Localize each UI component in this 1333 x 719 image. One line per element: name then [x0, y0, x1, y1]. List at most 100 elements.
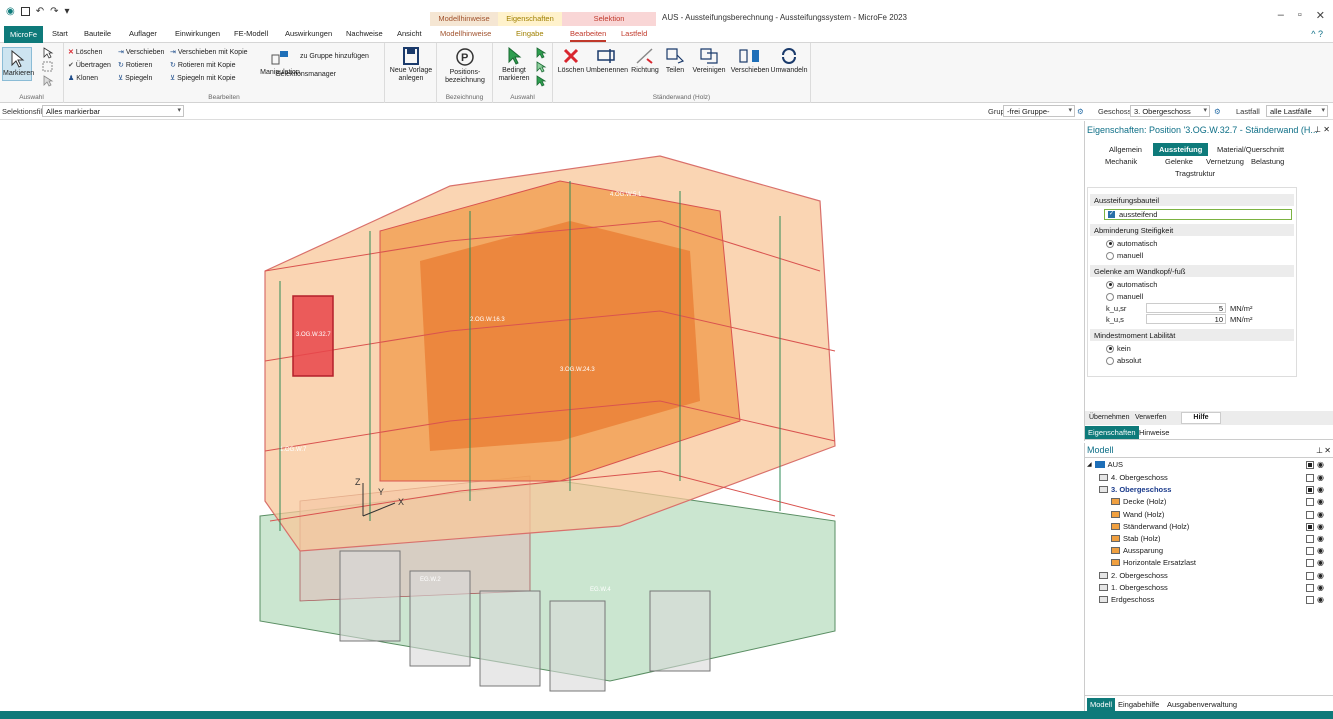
visibility-checkbox[interactable]: [1306, 583, 1314, 592]
selektionsfilter-dropdown[interactable]: Alles markierbar: [42, 105, 184, 117]
cursor-area-icon[interactable]: [42, 75, 54, 87]
tree-item[interactable]: Horizontale Ersatzlast: [1111, 558, 1196, 567]
klonen-button[interactable]: ♟ Klonen: [68, 74, 98, 83]
sw-teilen-button[interactable]: Teilen: [662, 47, 688, 75]
visibility-checkbox[interactable]: [1306, 535, 1314, 543]
geschoss-settings-icon[interactable]: ⚙: [1214, 107, 1221, 116]
eye-icon[interactable]: ◉: [1317, 534, 1324, 543]
panel-close-icon[interactable]: ✕: [1323, 125, 1330, 134]
sw-umbenennen-button[interactable]: Umbenennen: [586, 47, 628, 75]
tab-bearbeiten[interactable]: Bearbeiten: [570, 29, 607, 42]
tab-aussteifung[interactable]: Aussteifung: [1153, 143, 1209, 156]
uebernehmen-button[interactable]: Übernehmen: [1089, 414, 1129, 421]
abminderung-manuell-radio[interactable]: manuell: [1106, 251, 1143, 260]
gruppe-settings-icon[interactable]: ⚙: [1077, 107, 1084, 116]
rotieren-kopie-button[interactable]: ↻ Rotieren mit Kopie: [170, 61, 235, 70]
tab-allgemein[interactable]: Allgemein: [1109, 145, 1142, 154]
tree-item[interactable]: Aussparung: [1111, 546, 1163, 555]
abminderung-automatisch-radio[interactable]: automatisch: [1106, 239, 1157, 248]
hilfe-button[interactable]: Hilfe: [1181, 412, 1221, 424]
bedingt-markieren-button[interactable]: Bedingt markieren: [497, 47, 531, 83]
tab-eingabehilfe[interactable]: Eingabehilfe: [1118, 700, 1159, 709]
spiegeln-button[interactable]: ⊻ Spiegeln: [118, 74, 152, 83]
select-box-icon[interactable]: [42, 61, 54, 73]
uebertragen-button[interactable]: ✔ Übertragen: [68, 61, 111, 70]
minimize-button[interactable]: –: [1278, 9, 1284, 22]
eye-icon[interactable]: ◉: [1317, 497, 1324, 506]
tab-microfe[interactable]: MicroFe: [4, 26, 44, 43]
verwerfen-button[interactable]: Verwerfen: [1135, 414, 1167, 421]
aussteifend-checkbox[interactable]: ✓: [1108, 211, 1115, 218]
tab-tragstruktur[interactable]: Tragstruktur: [1175, 169, 1215, 178]
tab-belastung[interactable]: Belastung: [1251, 157, 1284, 166]
select-green-icon[interactable]: [535, 47, 547, 59]
modell-close-icon[interactable]: ✕: [1324, 446, 1331, 455]
k-u-sr-input[interactable]: 5: [1146, 303, 1226, 313]
root-visibility-checkbox[interactable]: [1306, 461, 1314, 469]
sw-loeschen-button[interactable]: Löschen: [557, 47, 585, 75]
visibility-checkbox[interactable]: [1306, 596, 1314, 604]
eye-icon[interactable]: ◉: [1317, 473, 1324, 482]
tab-gelenke[interactable]: Gelenke: [1165, 157, 1193, 166]
loeschen-button[interactable]: ✕ Löschen: [68, 48, 102, 57]
visibility-checkbox[interactable]: [1306, 474, 1314, 482]
tab-ansicht[interactable]: Ansicht: [397, 29, 422, 38]
tree-item[interactable]: 1. Obergeschoss: [1099, 583, 1168, 592]
select-green-3-icon[interactable]: [535, 75, 547, 87]
tree-root-aus[interactable]: ◢ AUS: [1087, 460, 1123, 469]
eye-icon[interactable]: ◉: [1317, 558, 1324, 567]
neue-vorlage-button[interactable]: Neue Vorlage anlegen: [389, 47, 433, 83]
tree-item[interactable]: 4. Obergeschoss: [1099, 473, 1168, 482]
close-button[interactable]: ✕: [1316, 9, 1325, 22]
tree-item[interactable]: Erdgeschoss: [1099, 595, 1154, 604]
sw-vereinigen-button[interactable]: Vereinigen: [689, 47, 729, 75]
aussteifend-checkbox-row[interactable]: ✓ aussteifend: [1104, 209, 1292, 220]
tab-einwirkungen[interactable]: Einwirkungen: [175, 29, 220, 38]
model-viewport[interactable]: X Y Z 3.OG.W.32.7 4.OG.W.5.1 2.OG.W.16.3…: [0, 121, 1080, 711]
sw-richtung-button[interactable]: Richtung: [629, 47, 661, 75]
tab-vernetzung[interactable]: Vernetzung: [1206, 157, 1244, 166]
customize-dropdown-icon[interactable]: ▾: [65, 6, 70, 17]
sw-umwandeln-button[interactable]: Umwandeln: [769, 47, 809, 75]
tab-hinweise[interactable]: Hinweise: [1139, 428, 1169, 437]
tree-item[interactable]: Ständerwand (Holz): [1111, 522, 1189, 531]
k-u-s-input[interactable]: 10: [1146, 314, 1226, 324]
select-green-2-icon[interactable]: [535, 61, 547, 73]
tab-bauteile[interactable]: Bauteile: [84, 29, 111, 38]
redo-icon[interactable]: ↷: [50, 6, 58, 17]
tab-ausgabenverwaltung[interactable]: Ausgabenverwaltung: [1167, 700, 1237, 709]
gruppe-dropdown[interactable]: -frei Gruppe-: [1003, 105, 1075, 117]
tree-item[interactable]: Decke (Holz): [1111, 497, 1166, 506]
selektionsmanager-button[interactable]: Selektionsmanager: [276, 71, 336, 78]
tab-eigenschaften[interactable]: Eigenschaften: [1085, 426, 1139, 439]
tab-auflager[interactable]: Auflager: [129, 29, 157, 38]
gelenke-automatisch-radio[interactable]: automatisch: [1106, 280, 1157, 289]
visibility-checkbox[interactable]: [1306, 486, 1314, 495]
tree-item[interactable]: Wand (Holz): [1111, 510, 1164, 519]
eye-icon[interactable]: ◉: [1317, 510, 1324, 519]
gelenke-manuell-radio[interactable]: manuell: [1106, 292, 1143, 301]
eye-icon[interactable]: ◉: [1317, 595, 1324, 604]
modell-pin-icon[interactable]: ⊥: [1316, 446, 1323, 455]
pin-icon[interactable]: ⊥: [1314, 125, 1321, 134]
eye-icon[interactable]: ◉: [1317, 546, 1324, 555]
sw-verschieben-button[interactable]: Verschieben: [730, 47, 770, 75]
eye-icon[interactable]: ◉: [1317, 583, 1324, 592]
tab-eingabe[interactable]: Eingabe: [516, 29, 544, 38]
tree-item[interactable]: 2. Obergeschoss: [1099, 571, 1168, 580]
tab-lastfeld[interactable]: Lastfeld: [621, 29, 647, 38]
tab-fe-modell[interactable]: FE-Modell: [234, 29, 268, 38]
visibility-checkbox[interactable]: [1306, 547, 1314, 556]
help-icon[interactable]: ^ ?: [1311, 29, 1323, 39]
tab-modellhinweise[interactable]: Modellhinweise: [440, 29, 491, 38]
mindestmoment-absolut-radio[interactable]: absolut: [1106, 356, 1141, 365]
spiegeln-kopie-button[interactable]: ⊻ Spiegeln mit Kopie: [170, 74, 236, 83]
app-icon[interactable]: ◉: [6, 6, 15, 17]
visibility-checkbox[interactable]: [1306, 522, 1314, 531]
tab-start[interactable]: Start: [52, 29, 68, 38]
eye-icon[interactable]: ◉: [1317, 460, 1324, 469]
visibility-checkbox[interactable]: [1306, 559, 1314, 568]
undo-icon[interactable]: ↶: [36, 6, 44, 17]
eye-icon[interactable]: ◉: [1317, 485, 1324, 494]
visibility-checkbox[interactable]: [1306, 498, 1314, 507]
